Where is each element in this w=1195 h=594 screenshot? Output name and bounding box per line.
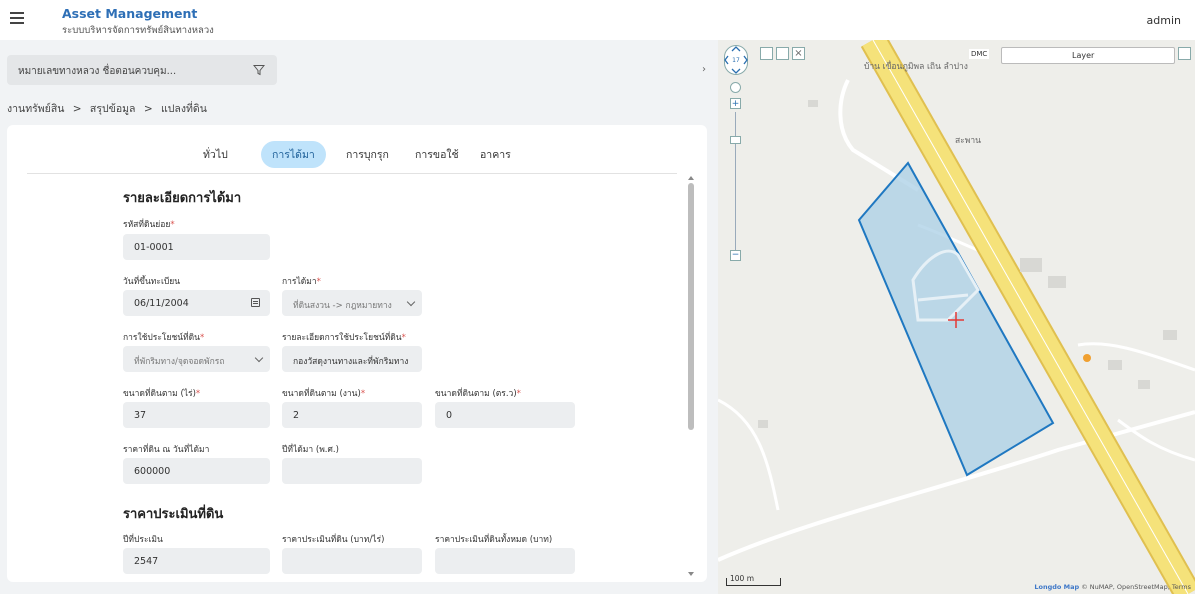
highway-filter[interactable]: หมายเลขทางหลวง ชื่อตอนควบคุม...: [7, 55, 277, 85]
tab-building[interactable]: อาคาร: [469, 141, 522, 168]
area-tool-icon[interactable]: [776, 47, 789, 60]
app-subtitle: ระบบบริหารจัดการทรัพย์สินทางหลวง: [62, 25, 214, 36]
appraisal-year-label: ปีที่ประเมิน: [123, 535, 163, 545]
filter-icon[interactable]: [253, 64, 265, 76]
zoom-out-button[interactable]: −: [730, 250, 741, 261]
appraisal-per-rai-field[interactable]: [282, 548, 422, 574]
section-title-acquisition: รายละเอียดการได้มา: [123, 191, 242, 206]
size-ngan-field[interactable]: 2: [282, 402, 422, 428]
breadcrumb-separator: >: [143, 103, 153, 115]
usage-select[interactable]: ที่พักริมทาง/จุดจอดพักรถ: [123, 346, 270, 372]
size-ngan-label: ขนาดที่ดินตาม (งาน)*: [282, 389, 366, 399]
appraisal-per-rai-label: ราคาประเมินที่ดิน (บาท/ไร่): [282, 535, 385, 545]
tab-bar: ทั่วไป การได้มา การบุกรุก การขอใช้ อาคาร: [7, 137, 707, 168]
size-wa-field[interactable]: 0: [435, 402, 575, 428]
clear-tool-icon[interactable]: ×: [792, 47, 805, 60]
usage-detail-label: รายละเอียดการใช้ประโยชน์ที่ดิน*: [282, 333, 406, 343]
map-scale-text: 100 m: [730, 574, 755, 583]
tab-general[interactable]: ทั่วไป: [192, 141, 239, 168]
acq-year-field[interactable]: [282, 458, 422, 484]
tab-encroachment[interactable]: การบุกรุก: [335, 141, 400, 168]
acq-method-select[interactable]: ที่ดินสงวน -> กฎหมายทาง: [282, 290, 422, 316]
zoom-slider-handle[interactable]: [730, 136, 741, 144]
reg-date-label: วันที่ขึ้นทะเบียน: [123, 277, 181, 287]
map-canvas[interactable]: [718, 40, 1195, 594]
user-menu[interactable]: admin: [1147, 14, 1181, 27]
size-rai-label: ขนาดที่ดินตาม (ไร่)*: [123, 389, 201, 399]
acquisition-form: รายละเอียดการได้มา รหัสที่ดินย่อย* 01-00…: [7, 174, 707, 582]
scroll-down-icon[interactable]: [688, 572, 694, 576]
sub-code-field[interactable]: 01-0001: [123, 234, 270, 260]
appraisal-year-field[interactable]: 2547: [123, 548, 270, 574]
map-view[interactable]: 17 + − × DMC Layer บ้าน เขื่อนภูมิพล เถิ…: [718, 40, 1195, 594]
parcel-card: ทั่วไป การได้มา การบุกรุก การขอใช้ อาคาร…: [7, 125, 707, 582]
size-rai-field[interactable]: 37: [123, 402, 270, 428]
scroll-up-icon[interactable]: [688, 176, 694, 180]
dmc-label: DMC: [969, 49, 990, 59]
breadcrumb: งานทรัพย์สิน > สรุปข้อมูล > แปลงที่ดิน: [7, 100, 212, 117]
collapse-panel-icon[interactable]: ›: [702, 64, 706, 75]
pan-arrows-icon[interactable]: 17: [724, 45, 748, 75]
chevron-down-icon: [406, 297, 416, 307]
tab-usage-request[interactable]: การขอใช้: [404, 141, 470, 168]
reg-date-field[interactable]: 06/11/2004: [123, 290, 270, 316]
compass-icon[interactable]: [730, 82, 741, 93]
section-title-appraisal: ราคาประเมินที่ดิน: [123, 507, 224, 522]
map-attribution: Longdo Map © NuMAP, OpenStreetMap, Terms: [1034, 583, 1191, 591]
zoom-slider-track[interactable]: [735, 112, 736, 252]
zoom-in-button[interactable]: +: [730, 98, 741, 109]
size-wa-label: ขนาดที่ดินตาม (ตร.ว)*: [435, 389, 521, 399]
top-bar: Asset Management ระบบบริหารจัดการทรัพย์ส…: [0, 0, 1195, 40]
usage-label: การใช้ประโยชน์ที่ดิน*: [123, 333, 205, 343]
breadcrumb-assets[interactable]: งานทรัพย์สิน: [7, 103, 64, 115]
fullscreen-icon[interactable]: [1178, 47, 1191, 60]
layer-select[interactable]: Layer: [1001, 47, 1175, 64]
breadcrumb-separator: >: [72, 103, 82, 115]
measure-tool-icon[interactable]: [760, 47, 773, 60]
acq-method-label: การได้มา*: [282, 277, 321, 287]
price-field[interactable]: 600000: [123, 458, 270, 484]
map-place-label: บ้าน เขื่อนภูมิพล เถิน ลำปาง: [864, 62, 968, 72]
menu-icon[interactable]: [10, 12, 24, 24]
calendar-icon[interactable]: [251, 298, 260, 307]
usage-detail-field[interactable]: กองวัสดุงานทางและที่พักริมทาง: [282, 346, 422, 372]
appraisal-total-label: ราคาประเมินที่ดินทั้งหมด (บาท): [435, 535, 553, 545]
appraisal-total-field[interactable]: [435, 548, 575, 574]
app-title: Asset Management: [62, 6, 198, 21]
chevron-down-icon: [254, 353, 264, 363]
tab-acquisition[interactable]: การได้มา: [261, 141, 326, 168]
price-label: ราคาที่ดิน ณ วันที่ได้มา: [123, 445, 210, 455]
svg-text:17: 17: [732, 57, 740, 64]
breadcrumb-summary[interactable]: สรุปข้อมูล: [90, 103, 136, 115]
map-bridge-label: สะพาน: [955, 136, 981, 146]
sub-code-label: รหัสที่ดินย่อย*: [123, 220, 175, 230]
acq-year-label: ปีที่ได้มา (พ.ศ.): [282, 445, 339, 455]
scrollbar-thumb[interactable]: [688, 183, 694, 430]
breadcrumb-parcel: แปลงที่ดิน: [160, 103, 207, 115]
filter-placeholder: หมายเลขทางหลวง ชื่อตอนควบคุม...: [18, 66, 177, 77]
